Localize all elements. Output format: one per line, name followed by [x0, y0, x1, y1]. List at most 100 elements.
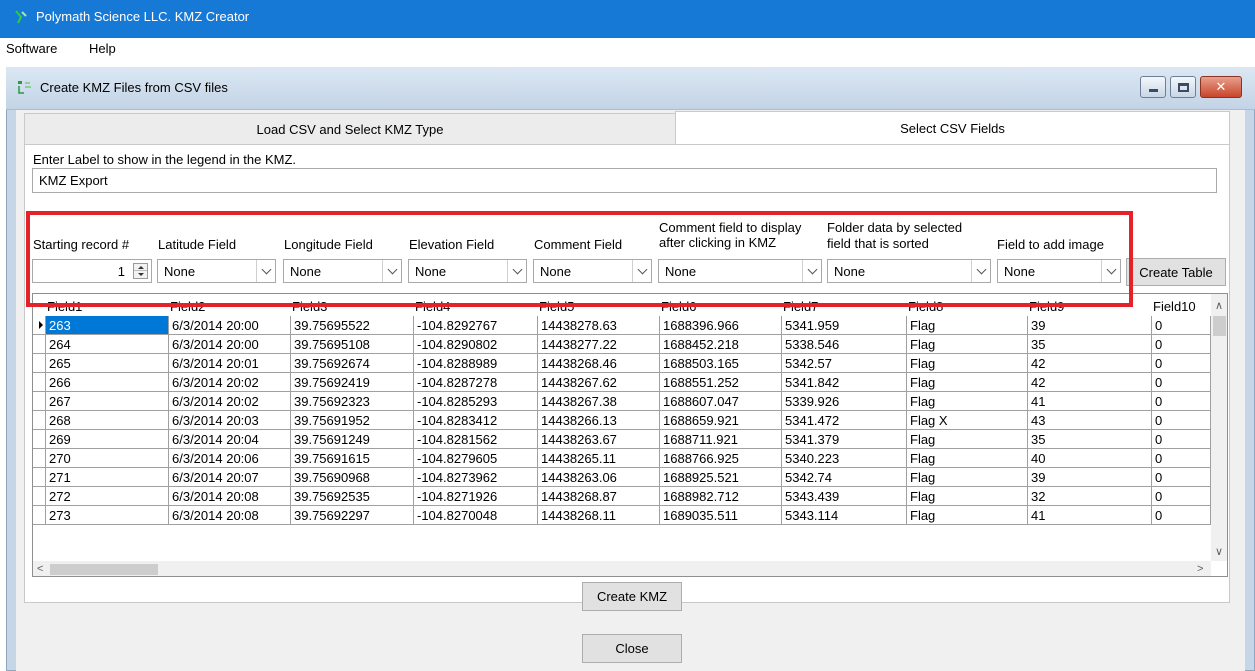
column-header[interactable]: Field9: [1028, 294, 1152, 316]
table-cell[interactable]: 5341.959: [782, 316, 907, 335]
row-header[interactable]: [33, 506, 46, 525]
table-cell[interactable]: 41: [1028, 506, 1152, 525]
table-cell[interactable]: 1688711.921: [660, 430, 782, 449]
table-cell[interactable]: 6/3/2014 20:02: [169, 392, 291, 411]
table-cell[interactable]: 6/3/2014 20:08: [169, 487, 291, 506]
table-cell[interactable]: 0: [1152, 506, 1211, 525]
table-cell[interactable]: 0: [1152, 449, 1211, 468]
table-cell[interactable]: 5343.114: [782, 506, 907, 525]
table-row[interactable]: 269 6/3/2014 20:04 39.75691249 -104.8281562…: [33, 430, 1211, 449]
latitude-field-select[interactable]: None: [157, 259, 276, 283]
row-header[interactable]: [33, 373, 46, 392]
table-cell[interactable]: -104.8285293: [414, 392, 538, 411]
table-cell[interactable]: 0: [1152, 335, 1211, 354]
table-cell[interactable]: 1688925.521: [660, 468, 782, 487]
column-header[interactable]: Field10: [1152, 294, 1211, 316]
column-header[interactable]: Field7: [782, 294, 907, 316]
table-cell[interactable]: 1688503.165: [660, 354, 782, 373]
scroll-up-icon[interactable]: ∧: [1215, 299, 1223, 312]
table-cell[interactable]: 35: [1028, 335, 1152, 354]
table-cell[interactable]: 271: [46, 468, 169, 487]
table-cell[interactable]: -104.8290802: [414, 335, 538, 354]
table-cell[interactable]: 6/3/2014 20:01: [169, 354, 291, 373]
table-cell[interactable]: 6/3/2014 20:00: [169, 335, 291, 354]
table-cell[interactable]: 0: [1152, 487, 1211, 506]
table-row[interactable]: 273 6/3/2014 20:08 39.75692297 -104.8270048…: [33, 506, 1211, 525]
table-cell[interactable]: 14438267.38: [538, 392, 660, 411]
elevation-field-select[interactable]: None: [408, 259, 527, 283]
csv-data-grid[interactable]: Field1 Field2 Field3 Field4 Field5 Field6 Fiel…: [32, 293, 1228, 577]
table-cell[interactable]: 1688659.921: [660, 411, 782, 430]
row-header[interactable]: [33, 316, 46, 335]
table-cell[interactable]: 39.75692535: [291, 487, 414, 506]
table-cell[interactable]: 39.75692419: [291, 373, 414, 392]
table-cell[interactable]: 0: [1152, 354, 1211, 373]
table-cell[interactable]: 269: [46, 430, 169, 449]
close-button[interactable]: Close: [582, 634, 682, 663]
create-table-button[interactable]: Create Table: [1126, 258, 1226, 286]
scroll-left-icon[interactable]: <: [37, 563, 43, 575]
table-cell[interactable]: 5338.546: [782, 335, 907, 354]
table-cell[interactable]: 14438266.13: [538, 411, 660, 430]
chevron-down-icon[interactable]: [632, 260, 651, 282]
table-cell[interactable]: 1689035.511: [660, 506, 782, 525]
table-cell[interactable]: 39.75695522: [291, 316, 414, 335]
table-cell[interactable]: -104.8281562: [414, 430, 538, 449]
table-cell[interactable]: 272: [46, 487, 169, 506]
vertical-scroll-thumb[interactable]: [1213, 316, 1226, 336]
table-row[interactable]: 266 6/3/2014 20:02 39.75692419 -104.8287278…: [33, 373, 1211, 392]
table-cell[interactable]: 6/3/2014 20:00: [169, 316, 291, 335]
table-cell[interactable]: 267: [46, 392, 169, 411]
table-cell[interactable]: 268: [46, 411, 169, 430]
table-cell[interactable]: 6/3/2014 20:07: [169, 468, 291, 487]
column-header[interactable]: Field3: [291, 294, 414, 316]
table-cell[interactable]: -104.8279605: [414, 449, 538, 468]
table-cell[interactable]: Flag X: [907, 411, 1028, 430]
stepper-down-button[interactable]: [134, 271, 147, 278]
menu-help[interactable]: Help: [89, 41, 116, 56]
table-row[interactable]: 267 6/3/2014 20:02 39.75692323 -104.8285293…: [33, 392, 1211, 411]
table-cell[interactable]: 39.75691615: [291, 449, 414, 468]
table-cell[interactable]: Flag: [907, 392, 1028, 411]
table-cell[interactable]: 6/3/2014 20:03: [169, 411, 291, 430]
row-header[interactable]: [33, 354, 46, 373]
table-cell[interactable]: -104.8273962: [414, 468, 538, 487]
table-cell[interactable]: 14438268.46: [538, 354, 660, 373]
table-cell[interactable]: 14438263.67: [538, 430, 660, 449]
table-row[interactable]: 263 6/3/2014 20:00 39.75695522 -104.8292767…: [33, 316, 1211, 335]
table-row[interactable]: 270 6/3/2014 20:06 39.75691615 -104.8279605…: [33, 449, 1211, 468]
comment-display-field-select[interactable]: None: [658, 259, 822, 283]
column-header[interactable]: Field5: [538, 294, 660, 316]
chevron-down-icon[interactable]: [507, 260, 526, 282]
table-row[interactable]: 264 6/3/2014 20:00 39.75695108 -104.8290802…: [33, 335, 1211, 354]
table-cell[interactable]: 5339.926: [782, 392, 907, 411]
chevron-down-icon[interactable]: [256, 260, 275, 282]
table-cell[interactable]: Flag: [907, 468, 1028, 487]
menu-software[interactable]: Software: [6, 41, 57, 56]
table-cell[interactable]: 42: [1028, 354, 1152, 373]
table-cell[interactable]: 39.75692323: [291, 392, 414, 411]
table-cell[interactable]: -104.8288989: [414, 354, 538, 373]
table-cell[interactable]: 6/3/2014 20:06: [169, 449, 291, 468]
table-cell[interactable]: -104.8292767: [414, 316, 538, 335]
table-cell[interactable]: 39: [1028, 316, 1152, 335]
legend-input[interactable]: KMZ Export: [32, 168, 1217, 193]
table-cell[interactable]: Flag: [907, 354, 1028, 373]
column-header[interactable]: Field4: [414, 294, 538, 316]
table-cell[interactable]: 42: [1028, 373, 1152, 392]
table-cell[interactable]: 5341.379: [782, 430, 907, 449]
column-header[interactable]: Field8: [907, 294, 1028, 316]
row-header[interactable]: [33, 411, 46, 430]
table-cell[interactable]: 32: [1028, 487, 1152, 506]
table-cell[interactable]: 266: [46, 373, 169, 392]
table-cell[interactable]: 1688396.966: [660, 316, 782, 335]
table-cell[interactable]: 43: [1028, 411, 1152, 430]
maximize-button[interactable]: [1170, 76, 1196, 98]
table-cell[interactable]: 0: [1152, 373, 1211, 392]
table-cell[interactable]: 0: [1152, 430, 1211, 449]
starting-record-stepper[interactable]: 1: [32, 259, 152, 283]
table-cell[interactable]: 5343.439: [782, 487, 907, 506]
table-cell[interactable]: 14438268.11: [538, 506, 660, 525]
folder-field-select[interactable]: None: [827, 259, 991, 283]
table-cell[interactable]: 40: [1028, 449, 1152, 468]
